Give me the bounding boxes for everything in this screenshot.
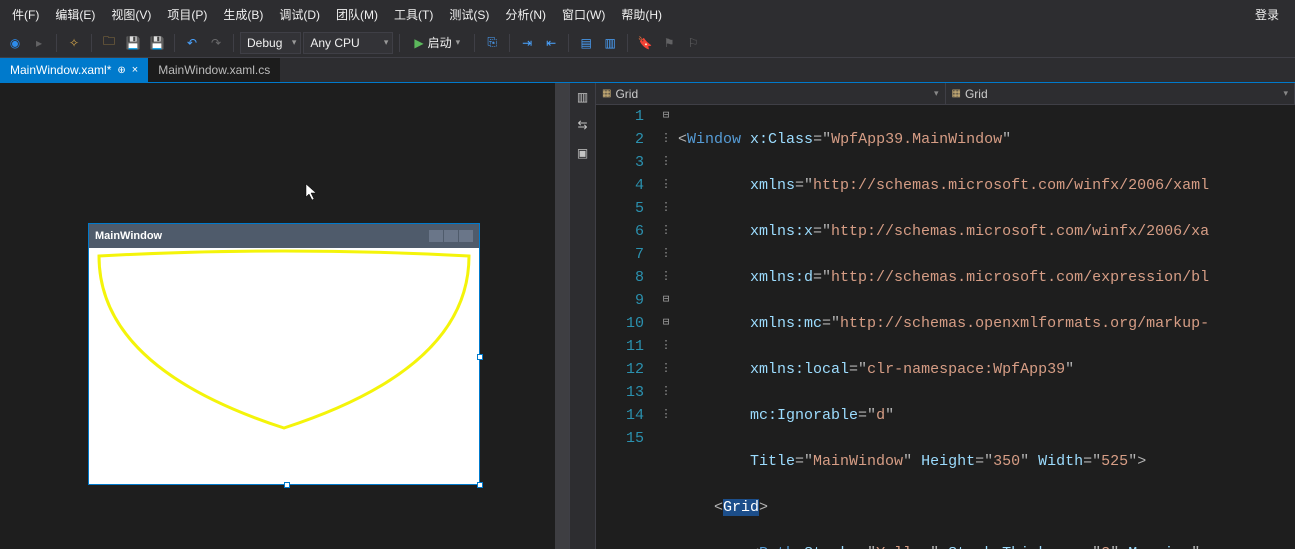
save-all-icon[interactable]: 💾: [146, 32, 168, 54]
config-combo[interactable]: Debug: [240, 32, 301, 54]
menu-test[interactable]: 测试(S): [441, 2, 497, 27]
code-pane: ▦ Grid ▦ Grid 123 456 789 101112 131415 …: [596, 83, 1295, 549]
nav-member-combo[interactable]: ▦ Grid: [946, 83, 1295, 104]
layout-icon[interactable]: ▣: [575, 145, 591, 161]
design-preview[interactable]: MainWindow: [88, 223, 480, 485]
element-icon: ▦: [952, 88, 961, 99]
forward-icon[interactable]: ▸: [28, 32, 50, 54]
start-label: 启动: [428, 34, 452, 51]
preview-titlebar: MainWindow: [89, 224, 479, 248]
comment-icon[interactable]: ▤: [575, 32, 597, 54]
menu-edit[interactable]: 编辑(E): [47, 2, 103, 27]
bookmark-icon[interactable]: 🔖: [634, 32, 656, 54]
platform-combo[interactable]: Any CPU: [303, 32, 393, 54]
element-icon: ▦: [602, 88, 611, 99]
open-icon[interactable]: 🗀: [98, 32, 120, 54]
tab-mainwindow-xaml-cs[interactable]: MainWindow.xaml.cs: [148, 58, 280, 82]
menu-project[interactable]: 项目(P): [159, 2, 215, 27]
menu-analyze[interactable]: 分析(N): [497, 2, 554, 27]
preview-body: [89, 248, 479, 484]
save-icon[interactable]: 💾: [122, 32, 144, 54]
misc2-icon[interactable]: ⚐: [682, 32, 704, 54]
menu-window[interactable]: 窗口(W): [554, 2, 613, 27]
close-icon[interactable]: ×: [132, 64, 138, 76]
menu-tools[interactable]: 工具(T): [386, 2, 441, 27]
indent-icon[interactable]: ⇥: [516, 32, 538, 54]
nav-member-label: Grid: [965, 87, 988, 101]
misc-icon[interactable]: ⚑: [658, 32, 680, 54]
designer-pane: MainWindow: [0, 83, 570, 549]
splitter-toolbar: ▥ ⇆ ▣: [570, 83, 596, 549]
nav-scope-label: Grid: [615, 87, 638, 101]
menu-file[interactable]: 件(F): [4, 2, 47, 27]
nav-scope-combo[interactable]: ▦ Grid: [596, 83, 946, 104]
menu-debug[interactable]: 调试(D): [271, 2, 328, 27]
menu-team[interactable]: 团队(M): [328, 2, 386, 27]
menu-build[interactable]: 生成(B): [215, 2, 271, 27]
min-icon: [429, 230, 443, 242]
uncomment-icon[interactable]: ▥: [599, 32, 621, 54]
swap-panes-icon[interactable]: ▥: [575, 89, 591, 105]
start-debug-button[interactable]: ▶ 启动 ▾: [406, 32, 468, 54]
document-tabs: MainWindow.xaml* ⊕ × MainWindow.xaml.cs: [0, 58, 1295, 82]
back-icon[interactable]: ◉: [4, 32, 26, 54]
redo-icon[interactable]: ↷: [205, 32, 227, 54]
fold-gutter[interactable]: ⊟⋮⋮⋮⋮⋮⋮⋮ ⊟⊟⋮⋮⋮⋮: [656, 105, 676, 549]
tab-label: MainWindow.xaml.cs: [158, 63, 270, 77]
tab-mainwindow-xaml[interactable]: MainWindow.xaml* ⊕ ×: [0, 58, 148, 82]
code-editor[interactable]: 123 456 789 101112 131415 ⊟⋮⋮⋮⋮⋮⋮⋮ ⊟⊟⋮⋮⋮…: [596, 105, 1295, 549]
cursor-icon: [305, 183, 319, 204]
undo-icon[interactable]: ↶: [181, 32, 203, 54]
login-link[interactable]: 登录: [1243, 2, 1291, 27]
code-body[interactable]: <Window x:Class="WpfApp39.MainWindow" xm…: [676, 105, 1295, 549]
step-icon[interactable]: ⎘: [481, 32, 503, 54]
new-item-icon[interactable]: ✧: [63, 32, 85, 54]
play-icon: ▶: [414, 36, 423, 50]
tab-label: MainWindow.xaml*: [10, 63, 111, 77]
max-icon: [444, 230, 458, 242]
menu-view[interactable]: 视图(V): [103, 2, 159, 27]
main-split: MainWindow ▥ ⇆ ▣ ▦: [0, 82, 1295, 549]
toolbar: ◉ ▸ ✧ 🗀 💾 💾 ↶ ↷ Debug Any CPU ▶ 启动 ▾ ⎘ ⇥…: [0, 28, 1295, 58]
designer-scrollbar[interactable]: [555, 83, 569, 549]
outdent-icon[interactable]: ⇤: [540, 32, 562, 54]
close-window-icon: [459, 230, 473, 242]
sync-icon[interactable]: ⇆: [575, 117, 591, 133]
line-gutter: 123 456 789 101112 131415: [596, 105, 656, 549]
menu-bar: 件(F) 编辑(E) 视图(V) 项目(P) 生成(B) 调试(D) 团队(M)…: [0, 0, 1295, 28]
pin-icon[interactable]: ⊕: [117, 65, 125, 76]
preview-title: MainWindow: [95, 230, 162, 242]
code-navbar: ▦ Grid ▦ Grid: [596, 83, 1295, 105]
menu-help[interactable]: 帮助(H): [613, 2, 670, 27]
